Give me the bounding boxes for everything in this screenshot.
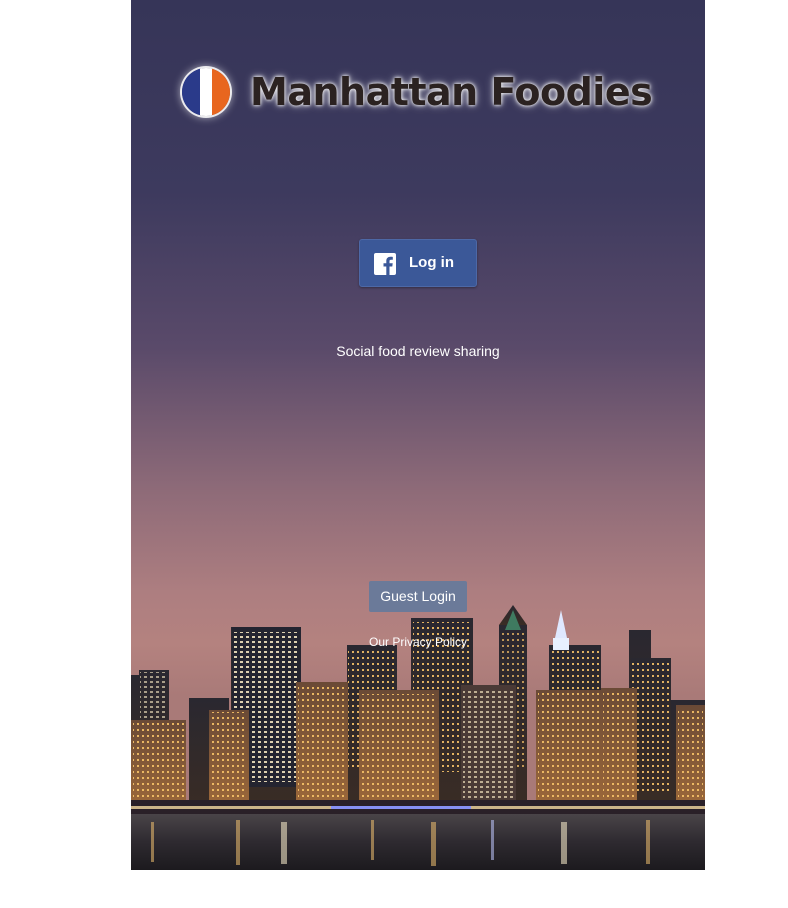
facebook-login-label: Log in bbox=[409, 254, 454, 271]
app-logo: Manhattan Foodies bbox=[182, 66, 654, 118]
city-skyline-image bbox=[131, 605, 705, 870]
app-title: Manhattan Foodies bbox=[250, 70, 653, 114]
app-tagline: Social food review sharing bbox=[336, 343, 500, 359]
flag-badge-icon bbox=[182, 68, 230, 116]
guest-login-button[interactable]: Guest Login bbox=[369, 581, 467, 612]
app-screen: Manhattan Foodies Log in Social food rev… bbox=[131, 0, 705, 870]
facebook-login-button[interactable]: Log in bbox=[359, 239, 477, 287]
facebook-f-icon bbox=[374, 253, 396, 275]
privacy-policy-link[interactable]: Our Privacy Policy bbox=[131, 635, 705, 649]
